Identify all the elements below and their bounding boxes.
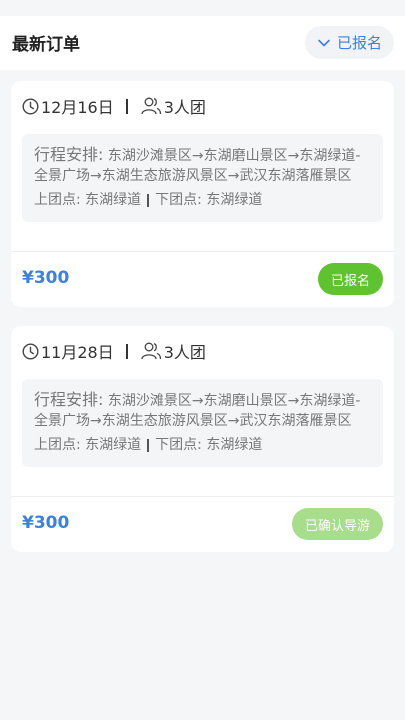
order-card-header: 12月16日 3人团 (11, 81, 394, 131)
pickup-dropoff: 上团点: 东湖绿道 下团点: 东湖绿道 (34, 190, 371, 210)
clock-icon (22, 97, 39, 115)
order-date: 11月28日 (41, 343, 114, 362)
order-card[interactable]: 12月16日 3人团 行程安排: 东湖沙滩景区→东湖磨山景区→东湖绿道-全景广场… (11, 81, 394, 307)
itinerary-label: 行程安排: (34, 390, 104, 409)
itinerary-text: 行程安排: 东湖沙滩景区→东湖磨山景区→东湖绿道-全景广场→东湖生态旅游风景区→… (34, 390, 371, 431)
status-button[interactable]: 已报名 (317, 263, 383, 295)
divider (125, 343, 128, 359)
itinerary-box: 行程安排: 东湖沙滩景区→东湖磨山景区→东湖绿道-全景广场→东湖生态旅游风景区→… (22, 134, 383, 222)
order-card-header: 11月28日 3人团 (11, 326, 394, 376)
itinerary-box: 行程安排: 东湖沙滩景区→东湖磨山景区→东湖绿道-全景广场→东湖生态旅游风景区→… (22, 379, 383, 467)
itinerary-text: 行程安排: 东湖沙滩景区→东湖磨山景区→东湖绿道-全景广场→东湖生态旅游风景区→… (34, 145, 371, 186)
group-size: 3人团 (163, 98, 206, 117)
status-filter-label: 已报名 (336, 34, 382, 52)
header-bar: 最新订单 已报名 (0, 16, 405, 70)
status-filter-button[interactable]: 已报名 (304, 26, 394, 59)
order-card[interactable]: 11月28日 3人团 行程安排: 东湖沙滩景区→东湖磨山景区→东湖绿道-全景广场… (11, 326, 394, 552)
pickup-point: 上团点: 东湖绿道 (34, 437, 142, 453)
chevron-down-icon (317, 36, 331, 50)
group-size: 3人团 (163, 343, 206, 362)
order-date: 12月16日 (41, 98, 114, 117)
dropoff-point: 下团点: 东湖绿道 (155, 437, 263, 453)
order-price: ¥300 (22, 513, 70, 533)
dropoff-point: 下团点: 东湖绿道 (155, 192, 263, 208)
order-price: ¥300 (22, 268, 70, 288)
order-card-footer: ¥300 已确认导游 (11, 496, 394, 552)
people-icon (140, 342, 162, 360)
itinerary-label: 行程安排: (34, 145, 104, 164)
divider (147, 193, 150, 207)
status-button[interactable]: 已确认导游 (291, 508, 383, 540)
divider (125, 98, 128, 114)
page-title: 最新订单 (12, 35, 80, 55)
divider (147, 438, 150, 452)
order-card-footer: ¥300 已报名 (11, 251, 394, 307)
pickup-dropoff: 上团点: 东湖绿道 下团点: 东湖绿道 (34, 435, 371, 455)
pickup-point: 上团点: 东湖绿道 (34, 192, 142, 208)
clock-icon (22, 342, 39, 360)
people-icon (140, 97, 162, 115)
